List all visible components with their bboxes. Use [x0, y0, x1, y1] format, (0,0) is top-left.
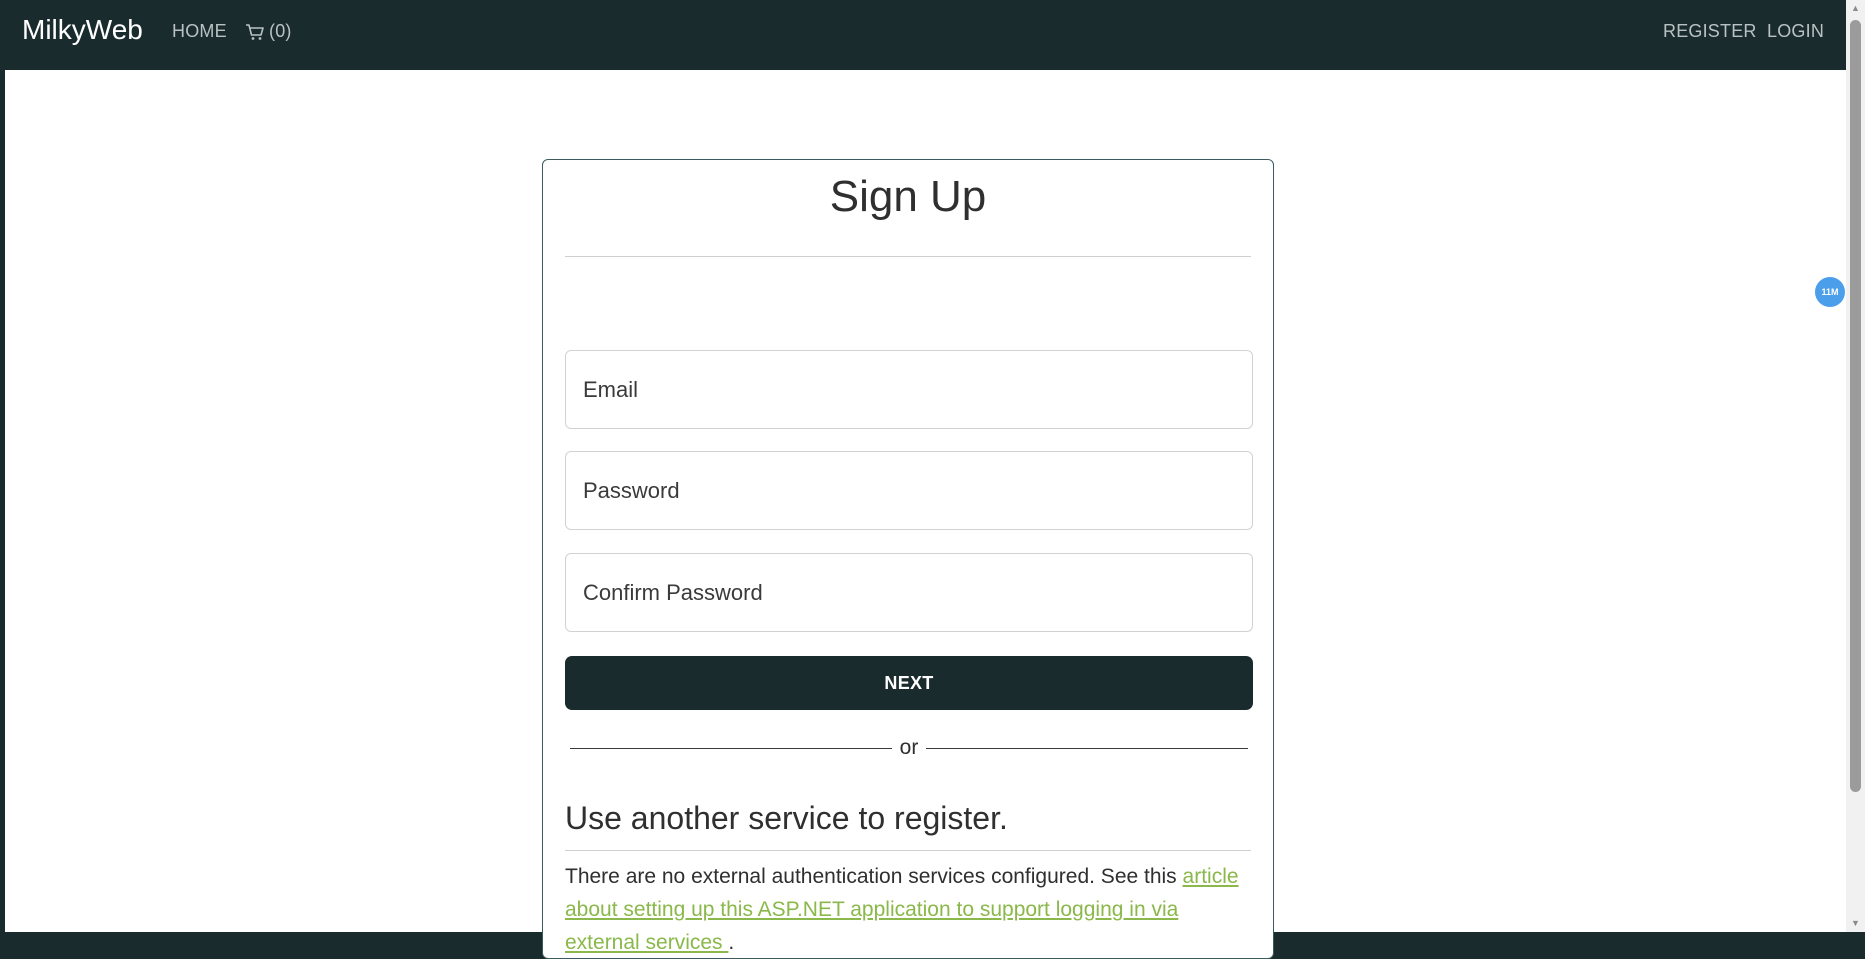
external-services-heading: Use another service to register.	[565, 800, 1008, 836]
info-text-after: .	[728, 931, 735, 954]
or-label: or	[899, 736, 919, 759]
nav-home-link[interactable]: HOME	[172, 21, 227, 42]
signup-card: Sign Up NEXT or Use another service to r…	[542, 159, 1274, 959]
floating-extension-badge[interactable]: 11M	[1815, 277, 1845, 307]
scroll-thumb[interactable]	[1850, 20, 1861, 792]
or-line-right	[926, 747, 1248, 749]
or-separator: or	[570, 733, 1248, 763]
vertical-scrollbar[interactable]: ▲ ▼	[1846, 0, 1865, 932]
top-navbar: MilkyWeb HOME (0) REGISTER LOGIN	[0, 0, 1846, 70]
scroll-down-arrow-icon[interactable]: ▼	[1846, 915, 1865, 932]
external-divider	[565, 850, 1251, 851]
email-field[interactable]	[566, 351, 1252, 428]
cart-icon	[246, 23, 264, 40]
next-button[interactable]: NEXT	[565, 656, 1253, 710]
or-line-left	[570, 747, 892, 749]
confirm-password-field[interactable]	[566, 554, 1252, 631]
nav-cart-link[interactable]: (0)	[245, 21, 292, 42]
external-services-info: There are no external authentication ser…	[565, 860, 1255, 959]
info-text-before: There are no external authentication ser…	[565, 865, 1183, 888]
brand-logo-link[interactable]: MilkyWeb	[22, 14, 143, 46]
cart-count: (0)	[269, 21, 292, 41]
title-divider	[565, 256, 1251, 257]
page-title: Sign Up	[829, 172, 987, 221]
email-field-wrapper	[565, 350, 1253, 429]
confirm-password-field-wrapper	[565, 553, 1253, 632]
scroll-up-arrow-icon[interactable]: ▲	[1846, 0, 1865, 17]
password-field[interactable]	[566, 452, 1252, 529]
password-field-wrapper	[565, 451, 1253, 530]
nav-login-link[interactable]: LOGIN	[1767, 21, 1824, 42]
nav-register-link[interactable]: REGISTER	[1663, 21, 1757, 42]
page-content: Sign Up NEXT or Use another service to r…	[5, 70, 1846, 959]
